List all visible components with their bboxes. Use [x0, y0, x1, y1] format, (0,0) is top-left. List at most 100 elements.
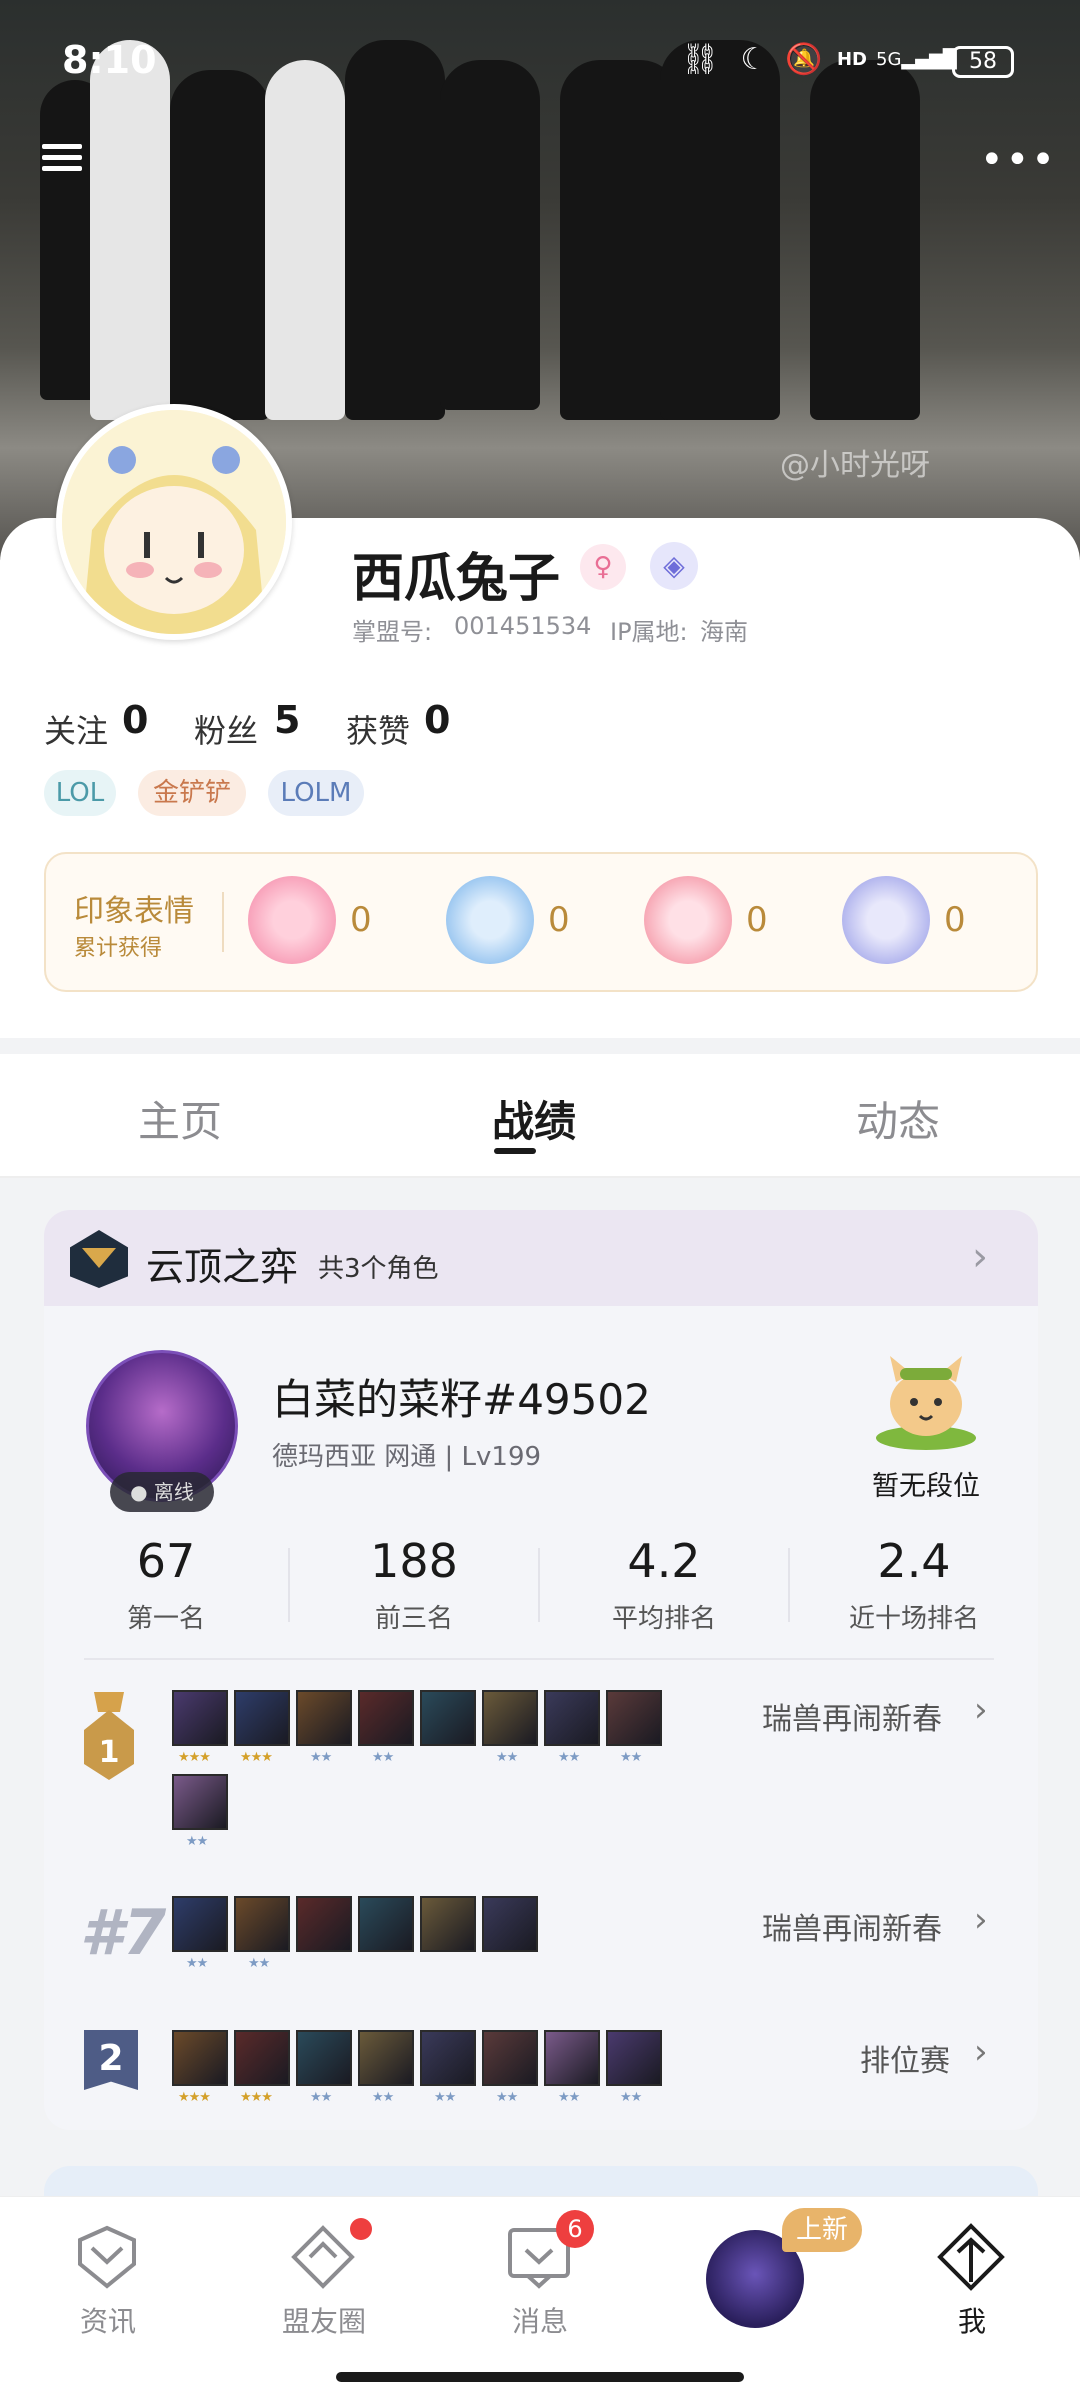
champion-star-level: ★★	[434, 2090, 456, 2105]
link-icon: ⛓	[680, 42, 720, 77]
champion-portrait	[172, 1690, 228, 1746]
cover-watermark: @小时光呀	[780, 448, 930, 483]
following-label[interactable]: 关注	[44, 706, 108, 752]
online-status-badge: ● 离线	[110, 1472, 214, 1512]
champion-star-level: ★★	[310, 2090, 332, 2105]
divider	[538, 1548, 540, 1622]
nav-allies-label[interactable]: 盟友圈	[264, 2300, 384, 2340]
svg-text:1: 1	[99, 1735, 120, 1770]
champion-star-level: ★★	[620, 2090, 642, 2105]
recent-ten-rank-label: 近十场排名	[848, 1604, 979, 1634]
avatar[interactable]	[56, 404, 292, 640]
divider	[788, 1548, 790, 1622]
emoji-count: 0	[350, 900, 372, 940]
match-mode[interactable]: 排位赛	[860, 2036, 950, 2080]
champion-star-level: ★★★	[240, 2090, 273, 2105]
ip-label: IP属地:	[610, 618, 688, 646]
separator	[84, 1658, 994, 1660]
match-place: #7	[80, 1896, 167, 1969]
news-icon[interactable]	[72, 2222, 142, 2292]
champion-portrait	[234, 1896, 290, 1952]
id-value: 001451534	[454, 612, 592, 640]
champion-star-level: ★★	[186, 1956, 208, 1971]
menu-button[interactable]	[42, 138, 82, 182]
wave-emoji-icon	[446, 876, 534, 964]
match-mode[interactable]: 瑞兽再闹新春	[762, 1694, 942, 1738]
champion-star-level: ★★	[248, 1956, 270, 1971]
chevron-right-icon[interactable]: ›	[974, 1900, 988, 1940]
allies-circle-icon[interactable]	[288, 2222, 358, 2292]
mute-bell-icon: 🔕	[785, 42, 823, 77]
tab-records[interactable]: 战绩	[492, 1088, 576, 1149]
following-count[interactable]: 0	[122, 698, 148, 742]
nav-me-label[interactable]: 我	[912, 2300, 1032, 2340]
followers-label[interactable]: 粉丝	[194, 706, 258, 752]
top-three-count: 188	[370, 1534, 458, 1588]
level-badge-icon[interactable]: ◈	[650, 542, 698, 590]
champion-star-level: ★★	[620, 1750, 642, 1765]
champion-portrait	[172, 1896, 228, 1952]
chevron-right-icon[interactable]: ›	[974, 1690, 988, 1730]
champion-star-level: ★★	[558, 1750, 580, 1765]
champion-portrait	[420, 1690, 476, 1746]
tab-moments[interactable]: 动态	[856, 1088, 940, 1149]
tag-lol[interactable]: LOL	[44, 770, 116, 816]
first-place-count: 67	[136, 1534, 196, 1588]
wink-emoji-icon	[248, 876, 336, 964]
unread-dot	[350, 2218, 372, 2240]
champion-portrait	[358, 1690, 414, 1746]
female-icon: ♀	[580, 544, 626, 590]
home-indicator[interactable]	[336, 2372, 744, 2382]
champion-portrait	[420, 1896, 476, 1952]
role-name: 白菜的菜籽#49502	[272, 1375, 651, 1424]
champion-star-level: ★★	[496, 2090, 518, 2105]
champion-portrait	[172, 2030, 228, 2086]
chevron-right-icon[interactable]: ›	[974, 2032, 988, 2072]
me-icon[interactable]	[936, 2222, 1006, 2292]
first-place-medal-icon: 1	[80, 1690, 138, 1782]
impression-title: 印象表情	[74, 894, 194, 929]
average-rank-value: 4.2	[627, 1534, 701, 1588]
average-rank-label: 平均排名	[611, 1604, 716, 1634]
top-three-label: 前三名	[374, 1604, 453, 1634]
champion-star-level: ★★★	[178, 2090, 211, 2105]
heart-emoji-icon	[644, 876, 732, 964]
champion-portrait	[544, 2030, 600, 2086]
champion-portrait	[234, 2030, 290, 2086]
tag-lolm[interactable]: LOLM	[268, 770, 364, 816]
match-place: 2	[84, 2030, 138, 2090]
champion-portrait	[358, 1896, 414, 1952]
champion-portrait	[420, 2030, 476, 2086]
champion-portrait	[296, 1690, 352, 1746]
nav-messages-label[interactable]: 消息	[480, 2300, 600, 2340]
champion-star-level: ★★	[310, 1750, 332, 1765]
role-server: 德玛西亚 网通 | Lv199	[272, 1442, 542, 1472]
more-options-button[interactable]: •••	[980, 140, 1055, 180]
nav-news-label[interactable]: 资讯	[48, 2300, 168, 2340]
battery-icon: 58	[952, 46, 1014, 78]
champion-star-level: ★★★	[240, 1750, 273, 1765]
recent-ten-rank-value: 2.4	[877, 1534, 951, 1588]
status-bar: 8:10 ⛓ ☾ 🔕 HD 5G▂▄▆█ 58	[0, 0, 1080, 120]
id-label: 掌盟号:	[352, 618, 433, 646]
champion-portrait	[606, 1690, 662, 1746]
champion-star-level: ★★	[372, 1750, 394, 1765]
champion-portrait	[482, 1690, 538, 1746]
champion-portrait	[544, 1690, 600, 1746]
status-time: 8:10	[62, 38, 157, 82]
tag-jinchanchan[interactable]: 金铲铲	[138, 770, 246, 816]
followers-count[interactable]: 5	[274, 698, 300, 742]
chevron-right-icon[interactable]: ›	[972, 1234, 988, 1280]
champion-portrait	[482, 1896, 538, 1952]
emoji-count: 0	[548, 900, 570, 940]
message-count-badge: 6	[556, 2210, 594, 2248]
emoji-count: 0	[746, 900, 768, 940]
champion-portrait	[234, 1690, 290, 1746]
tab-home[interactable]: 主页	[138, 1088, 222, 1149]
champion-star-level: ★★	[186, 1834, 208, 1849]
active-tab-indicator	[494, 1148, 536, 1154]
match-mode[interactable]: 瑞兽再闹新春	[762, 1904, 942, 1948]
emoji-count: 0	[944, 900, 966, 940]
new-badge: 上新	[782, 2208, 862, 2252]
champion-portrait	[296, 1896, 352, 1952]
